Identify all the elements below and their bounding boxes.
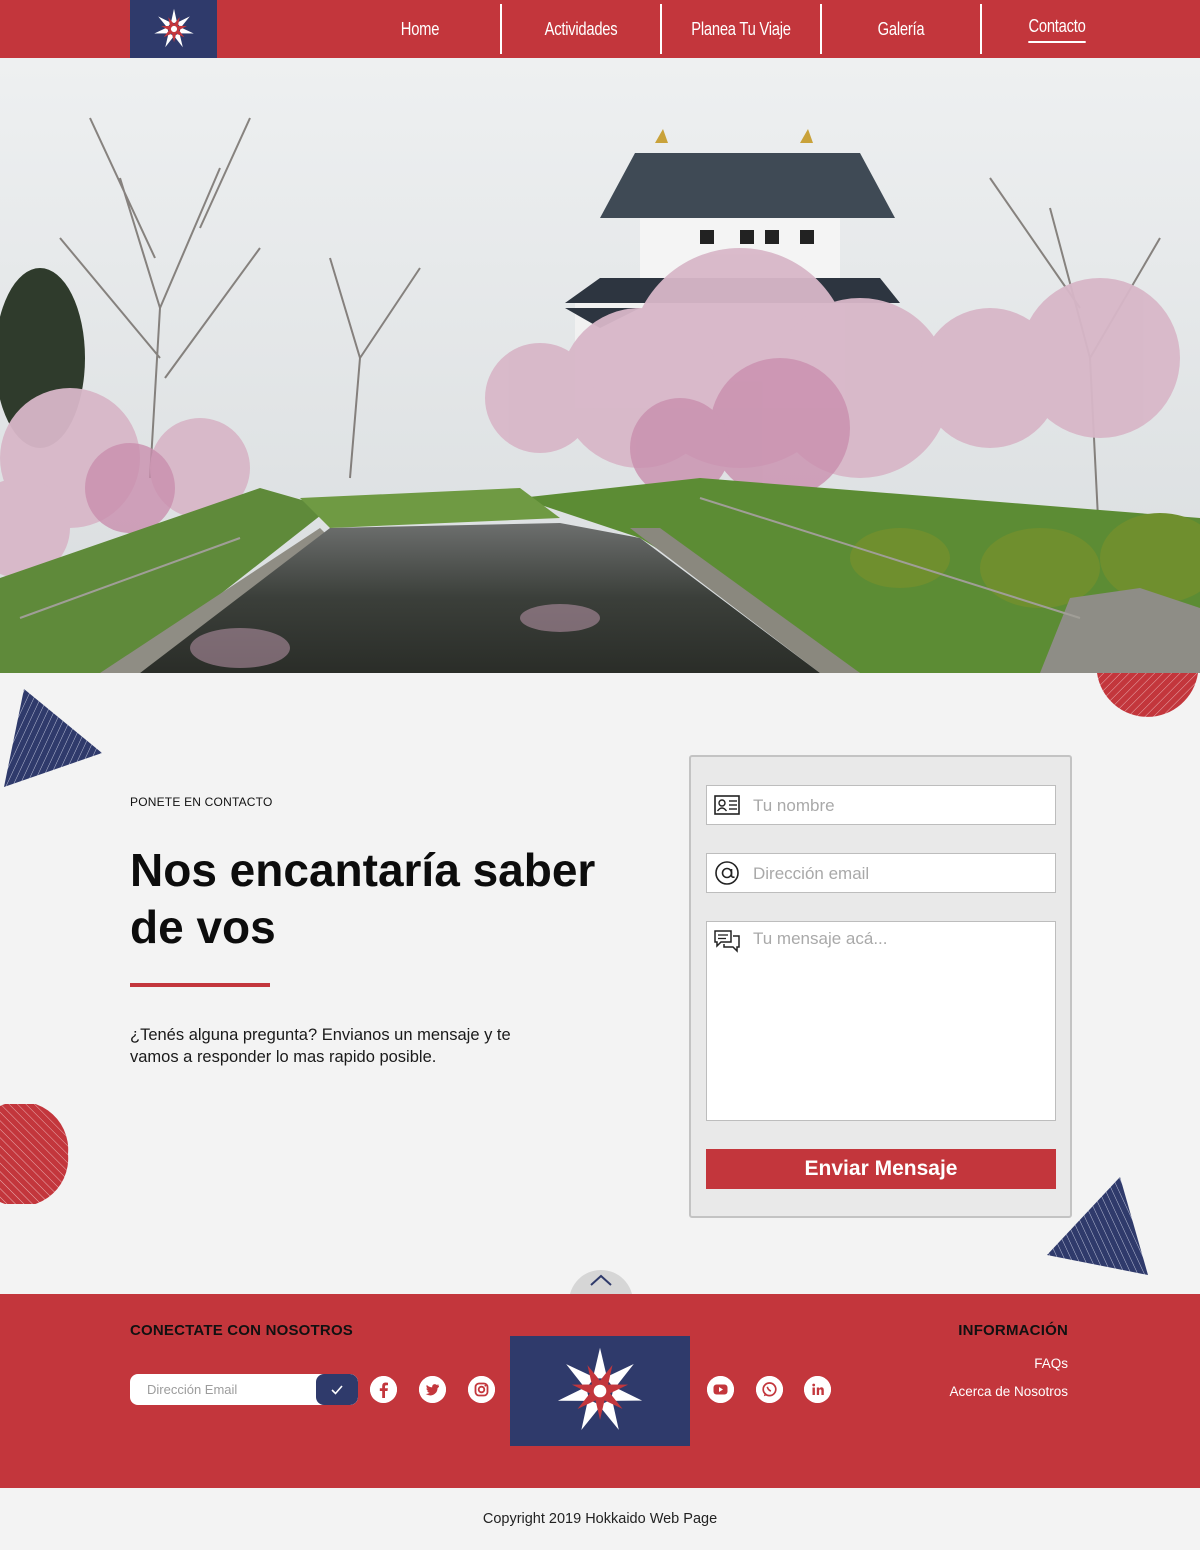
- twitter-icon[interactable]: [419, 1376, 446, 1403]
- nav-divider: [660, 4, 662, 54]
- nav-divider: [980, 4, 982, 54]
- newsletter-email-input[interactable]: Dirección Email: [130, 1374, 316, 1405]
- nav-item-actividades[interactable]: Actividades: [516, 4, 646, 54]
- chat-bubbles-icon: [707, 922, 747, 960]
- connect-heading: CONECTATE CON NOSOTROS: [130, 1322, 354, 1339]
- send-message-button[interactable]: Enviar Mensaje: [706, 1149, 1056, 1189]
- name-placeholder: Tu nombre: [753, 796, 835, 815]
- divider: [130, 983, 270, 987]
- faqs-link[interactable]: FAQs: [1034, 1356, 1068, 1371]
- whatsapp-icon[interactable]: [756, 1376, 783, 1403]
- about-us-link[interactable]: Acerca de Nosotros: [949, 1384, 1068, 1399]
- youtube-icon[interactable]: [707, 1376, 734, 1403]
- instagram-icon[interactable]: [468, 1376, 495, 1403]
- message-textarea[interactable]: Tu mensaje acá...: [706, 921, 1056, 1121]
- decorative-circle: [0, 1104, 69, 1204]
- info-heading: INFORMACIÓN: [958, 1322, 1068, 1339]
- footer: CONECTATE CON NOSOTROS Dirección Email I…: [0, 1294, 1200, 1488]
- hokkaido-star-icon[interactable]: [130, 0, 217, 58]
- hokkaido-star-icon: [557, 1347, 643, 1430]
- message-placeholder: Tu mensaje acá...: [753, 929, 888, 948]
- at-sign-icon: [707, 854, 747, 892]
- page-title: Nos encantaría saber de vos: [130, 844, 596, 953]
- newsletter-form: Dirección Email: [130, 1374, 358, 1405]
- email-field[interactable]: Dirección email: [706, 853, 1056, 893]
- footer-logo[interactable]: [510, 1336, 690, 1446]
- eyebrow-label: PONETE EN CONTACTO: [130, 795, 273, 809]
- name-field[interactable]: Tu nombre: [706, 785, 1056, 825]
- nav-item-planea-tu-viaje[interactable]: Planea Tu Viaje: [676, 4, 806, 54]
- newsletter-submit-button[interactable]: [316, 1374, 358, 1405]
- chevron-up-icon: [590, 1274, 612, 1286]
- nav-item-contacto[interactable]: Contacto: [996, 4, 1119, 54]
- id-card-icon: [707, 786, 747, 824]
- nav-divider: [820, 4, 822, 54]
- contact-form: Tu nombre Dirección email Tu mensaje acá…: [689, 755, 1072, 1218]
- nav-item-home[interactable]: Home: [354, 4, 485, 54]
- copyright-text: Copyright 2019 Hokkaido Web Page: [0, 1488, 1200, 1550]
- intro-text: ¿Tenés alguna pregunta? Envianos un mens…: [130, 1026, 511, 1066]
- top-navbar: Home Actividades Planea Tu Viaje Galería…: [0, 0, 1200, 58]
- email-placeholder: Dirección email: [753, 864, 870, 883]
- checkmark-icon: [331, 1384, 343, 1395]
- facebook-icon[interactable]: [370, 1376, 397, 1403]
- decorative-triangle: [4, 689, 102, 787]
- nav-item-galeria[interactable]: Galería: [836, 4, 966, 54]
- nav-divider: [500, 4, 502, 54]
- hero-image: [0, 58, 1200, 673]
- linkedin-icon[interactable]: [804, 1376, 831, 1403]
- nav-menu: Home Actividades Planea Tu Viaje Galería…: [340, 4, 1132, 54]
- decorative-circle: [1097, 673, 1198, 717]
